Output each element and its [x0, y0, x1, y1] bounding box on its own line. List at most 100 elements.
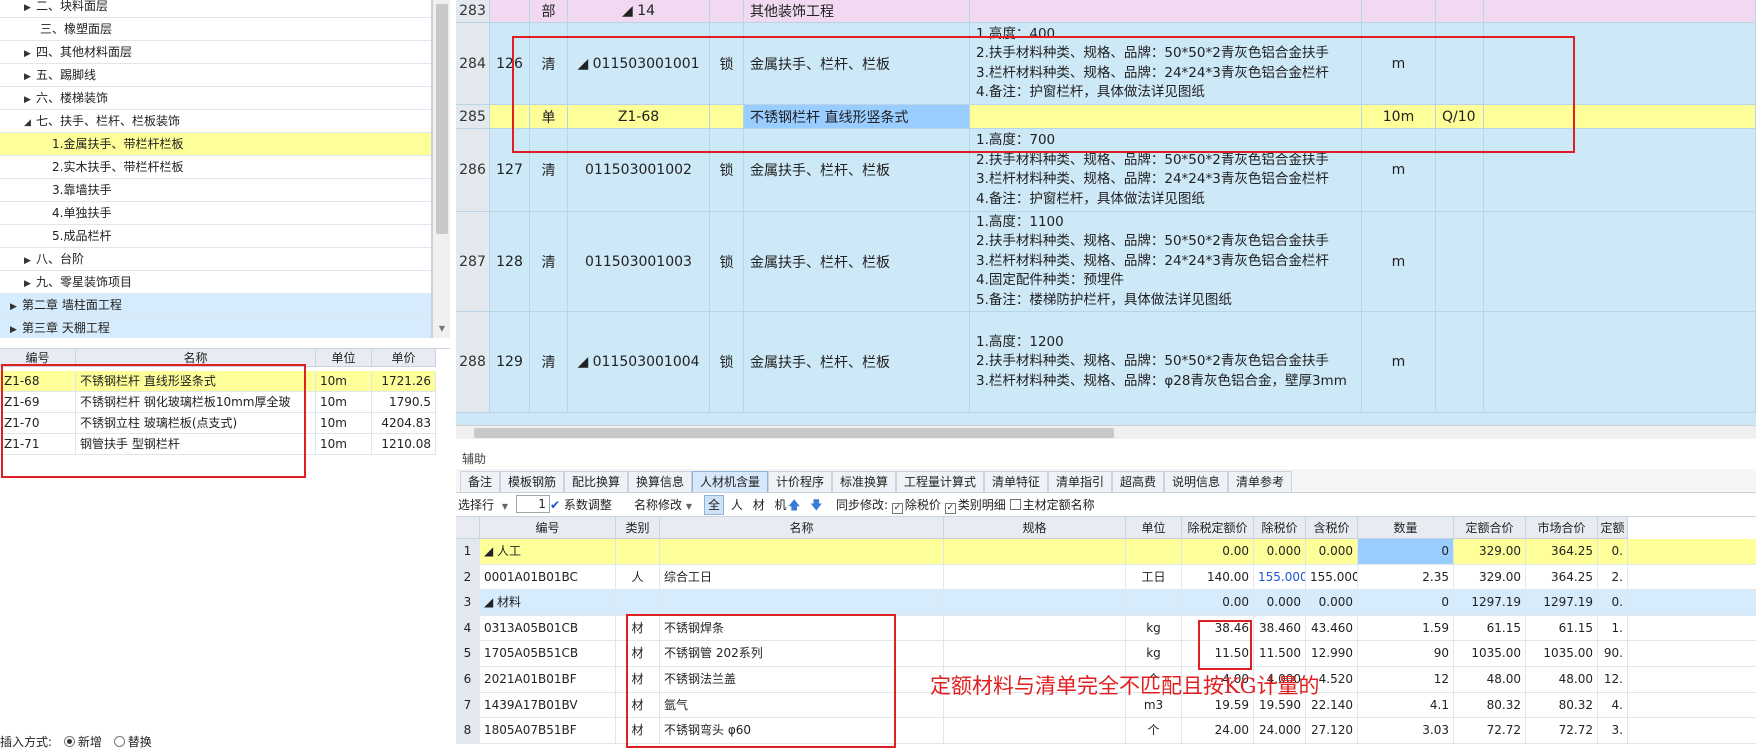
bill-cell-rest[interactable]: [1484, 129, 1756, 211]
res-row[interactable]: 1 ◢ 人工 0.00 0.000 0.000 0 329.00 364.25 0.: [456, 539, 1756, 565]
res-cell-cat[interactable]: 人: [616, 564, 660, 590]
res-cell-tax_ex[interactable]: 0.000: [1254, 590, 1306, 615]
filter-labor-button[interactable]: 人: [728, 493, 746, 517]
res-cell-code[interactable]: 1439A17B01BV: [480, 692, 616, 718]
tree-item[interactable]: 1.金属扶手、带栏杆栏板: [0, 133, 431, 156]
name-modify-dropdown[interactable]: 名称修改 ▼: [634, 493, 692, 519]
res-cell-tax_ex[interactable]: 11.500: [1254, 641, 1306, 666]
res-cell-cat[interactable]: 材: [616, 718, 660, 743]
tab-item[interactable]: 备注: [460, 471, 501, 492]
tree-item[interactable]: ▶ 六、楼梯装饰: [0, 87, 431, 112]
res-cell-tax_in[interactable]: 0.000: [1306, 539, 1358, 564]
coef-adjust-button[interactable]: ✔ 系数调整: [550, 493, 612, 517]
bill-cell-seq[interactable]: [490, 0, 530, 22]
bill-cell-code[interactable]: 011503001003: [568, 212, 710, 311]
bill-row[interactable]: 288 129 清 ◢ 011503001004 锁金属扶手、栏杆、栏板 1.高度：120…: [456, 312, 1756, 413]
res-cell-quota_price[interactable]: 0.00: [1182, 590, 1254, 615]
tab-item[interactable]: 超高费: [1112, 471, 1165, 492]
bill-cell-unit[interactable]: 10m: [1362, 105, 1436, 128]
res-cell-cat[interactable]: 材: [616, 692, 660, 718]
res-cell-market_total[interactable]: 80.32: [1526, 692, 1598, 718]
res-cell-name[interactable]: 综合工日: [660, 564, 944, 590]
res-cell-code[interactable]: 1805A07B51BF: [480, 718, 616, 743]
expand-arrow-icon[interactable]: ▶: [24, 43, 34, 66]
res-cell-name[interactable]: 不锈钢弯头 φ60: [660, 718, 944, 743]
bill-cell-qty[interactable]: [1436, 212, 1484, 311]
bill-cell-rest[interactable]: [1484, 212, 1756, 311]
tree-item[interactable]: 3.靠墙扶手: [0, 179, 431, 202]
res-cell-quota_total[interactable]: 329.00: [1454, 539, 1526, 564]
expand-arrow-icon[interactable]: ▶: [24, 0, 34, 20]
res-cell-qty[interactable]: 0: [1358, 539, 1454, 564]
tree-scrollbar[interactable]: ▼: [432, 0, 450, 338]
res-cell-unit[interactable]: 工日: [1126, 564, 1182, 590]
bill-cell-lock[interactable]: 锁: [710, 129, 744, 211]
expand-arrow-icon[interactable]: ▶: [24, 66, 34, 89]
chk-main-mat[interactable]: [1009, 499, 1021, 510]
res-cell-market_total[interactable]: 1297.19: [1526, 590, 1598, 615]
res-cell-cat[interactable]: [616, 539, 660, 564]
bill-cell-code[interactable]: ◢ 011503001004: [568, 312, 710, 412]
res-cell-qty[interactable]: 3.03: [1358, 718, 1454, 743]
bill-row[interactable]: 286 127 清 011503001002 锁金属扶手、栏杆、栏板 1.高度：700 2.…: [456, 129, 1756, 212]
bill-cell-features[interactable]: 1.高度：1200 2.扶手材料种类、规格、品牌：50*50*2青灰色铝合金扶手 3…: [970, 312, 1362, 412]
expand-arrow-icon[interactable]: ▶: [24, 89, 34, 112]
bill-cell-unit[interactable]: m: [1362, 23, 1436, 104]
res-cell-unit[interactable]: kg: [1126, 615, 1182, 641]
bill-cell-type[interactable]: 清: [530, 129, 568, 211]
res-cell-cat[interactable]: 材: [616, 641, 660, 666]
res-cell-spec[interactable]: [944, 641, 1126, 666]
tab-item[interactable]: 模板钢筋: [500, 471, 565, 492]
bill-cell-qty[interactable]: [1436, 23, 1484, 104]
res-cell-spec[interactable]: [944, 590, 1126, 615]
bill-cell-lock[interactable]: 锁: [710, 312, 744, 412]
res-cell-code[interactable]: 0001A01B01BC: [480, 564, 616, 590]
res-cell-quota_total[interactable]: 61.15: [1454, 615, 1526, 641]
select-row-control[interactable]: 选择行 ▼ 1: [458, 493, 550, 519]
bill-cell-seq[interactable]: 127: [490, 129, 530, 211]
res-cell-quota_price[interactable]: 38.46: [1182, 615, 1254, 641]
res-cell-name[interactable]: 不锈钢法兰盖: [660, 667, 944, 692]
res-cell-quota_total[interactable]: 72.72: [1454, 718, 1526, 743]
tab-item[interactable]: 人材机含量: [692, 471, 769, 492]
tree-item[interactable]: 5.成品栏杆: [0, 225, 431, 248]
bill-cell-rest[interactable]: [1484, 0, 1756, 22]
res-cell-qty[interactable]: 0: [1358, 590, 1454, 615]
bill-cell-unit[interactable]: [1362, 0, 1436, 22]
res-cell-cat[interactable]: 材: [616, 615, 660, 641]
bill-cell-type[interactable]: 部: [530, 0, 568, 22]
bill-cell-type[interactable]: 单: [530, 105, 568, 128]
tab-item[interactable]: 清单特征: [984, 471, 1049, 492]
bill-row[interactable]: 283 部 ◢ 14 其他装饰工程: [456, 0, 1756, 23]
res-cell-quota_price[interactable]: 0.00: [1182, 539, 1254, 564]
bill-cell-seq[interactable]: 129: [490, 312, 530, 412]
expand-arrow-icon[interactable]: ▶: [10, 296, 20, 319]
res-cell-unit[interactable]: 个: [1126, 718, 1182, 743]
scroll-down-arrow-icon[interactable]: ▼: [436, 324, 448, 336]
bill-cell-name[interactable]: 金属扶手、栏杆、栏板: [744, 23, 970, 104]
filter-all-button[interactable]: 全: [704, 495, 725, 515]
bill-cell-code[interactable]: Z1-68: [568, 105, 710, 128]
tree-item[interactable]: ▶ 五、踢脚线: [0, 64, 431, 89]
res-cell-code[interactable]: 0313A05B01CB: [480, 615, 616, 641]
bill-cell-rest[interactable]: [1484, 105, 1756, 128]
bill-cell-features[interactable]: 1.高度：1100 2.扶手材料种类、规格、品牌：50*50*2青灰色铝合金扶手 3…: [970, 212, 1362, 311]
tree-item[interactable]: ◢ 七、扶手、栏杆、栏板装饰: [0, 110, 431, 133]
res-cell-unit[interactable]: kg: [1126, 641, 1182, 666]
bill-cell-lock[interactable]: [710, 105, 744, 128]
tree-item[interactable]: 2.实木扶手、带栏杆栏板: [0, 156, 431, 179]
tab-item[interactable]: 清单指引: [1048, 471, 1113, 492]
bill-horizontal-scrollbar[interactable]: [456, 425, 1756, 439]
bill-cell-name[interactable]: 不锈钢栏杆 直线形竖条式: [744, 105, 970, 128]
res-cell-unit[interactable]: [1126, 590, 1182, 615]
chk-category[interactable]: ✓: [944, 503, 956, 514]
res-cell-extra[interactable]: 1.: [1598, 615, 1628, 641]
quota-row[interactable]: Z1-71 钢管扶手 型钢栏杆 10m 1210.08: [0, 434, 436, 455]
res-cell-extra[interactable]: 2.: [1598, 564, 1628, 590]
bill-cell-name[interactable]: 金属扶手、栏杆、栏板: [744, 129, 970, 211]
res-cell-name[interactable]: 不锈钢焊条: [660, 615, 944, 641]
bill-cell-name[interactable]: 金属扶手、栏杆、栏板: [744, 212, 970, 311]
res-row[interactable]: 5 1705A05B51CB 材不锈钢管 202系列 kg 11.50 11.500 12.…: [456, 641, 1756, 667]
res-cell-unit[interactable]: [1126, 539, 1182, 564]
quota-row[interactable]: Z1-70 不锈钢立柱 玻璃栏板(点支式) 10m 4204.83: [0, 413, 436, 434]
